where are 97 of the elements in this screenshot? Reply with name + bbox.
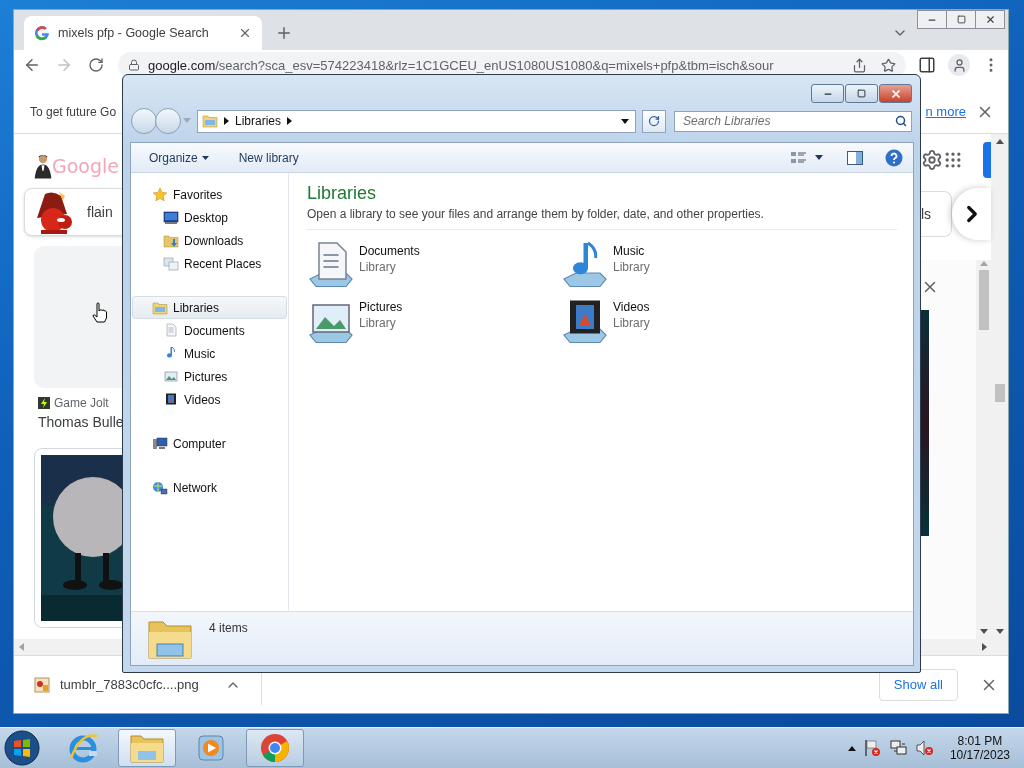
download-folder-icon [163, 232, 179, 249]
info-bar-text: To get future Go [30, 104, 117, 119]
show-all-button[interactable]: Show all [878, 668, 958, 701]
close-icon [889, 87, 902, 100]
new-tab-icon[interactable] [275, 24, 293, 42]
close-button[interactable] [975, 10, 1005, 29]
caret-icon[interactable] [815, 155, 823, 160]
reload-icon[interactable] [88, 57, 104, 73]
help-icon[interactable] [885, 148, 903, 167]
document-icon [163, 322, 179, 339]
page-heading: Libraries [307, 183, 378, 204]
site-icon [38, 397, 50, 409]
view-options-icon[interactable] [791, 150, 807, 165]
horizontal-scrollbar[interactable] [921, 639, 1008, 655]
nav-item[interactable]: Network [132, 476, 287, 499]
caret-icon[interactable] [621, 118, 629, 124]
horizontal-scrollbar[interactable] [14, 639, 122, 655]
next-button[interactable] [952, 188, 991, 240]
library-item[interactable]: Music Library [561, 240, 815, 296]
computer-icon [152, 435, 168, 452]
refresh-button[interactable] [642, 109, 666, 133]
item-count: 4 items [209, 620, 248, 635]
nav-item[interactable]: Computer [132, 432, 287, 455]
library-item[interactable]: Documents Library [307, 240, 561, 296]
back-icon[interactable] [23, 56, 41, 74]
settings-icon[interactable] [921, 149, 943, 171]
profile-icon[interactable] [951, 57, 967, 73]
flag-icon[interactable] [863, 739, 882, 757]
search-icon [895, 114, 907, 127]
caret-icon [201, 155, 209, 160]
clock[interactable]: 8:01 PM 10/17/2023 [949, 734, 1010, 762]
scroll-up-icon[interactable] [995, 138, 1004, 144]
nav-item[interactable]: Desktop [132, 206, 287, 229]
page-description: Open a library to see your files and arrange them by folder, date, and other properties. [307, 207, 897, 230]
maximize-icon [956, 15, 966, 24]
nav-item[interactable]: Libraries [132, 296, 287, 319]
source-name: Game Jolt [54, 396, 109, 410]
scroll-right-icon[interactable] [982, 643, 988, 651]
library-folder-icon [152, 299, 168, 316]
taskbar-button[interactable] [118, 729, 176, 767]
refresh-icon [648, 115, 660, 127]
music-library-icon [561, 240, 609, 288]
maximize-icon [857, 89, 866, 98]
image-file-icon [34, 676, 50, 693]
nav-item[interactable]: Documents [132, 319, 287, 342]
minimize-button[interactable] [811, 84, 844, 103]
network-icon[interactable] [889, 739, 908, 757]
close-icon[interactable] [238, 26, 252, 40]
close-button[interactable] [879, 84, 912, 103]
network-icon [152, 479, 168, 496]
star-icon [152, 186, 168, 203]
nav-item[interactable]: Recent Places [132, 252, 287, 275]
start-button[interactable] [4, 730, 40, 766]
scrollbar-thumb[interactable] [978, 270, 989, 330]
media-player-icon [197, 734, 225, 762]
muted-speaker-icon[interactable] [915, 739, 934, 757]
download-file-name[interactable]: tumblr_7883c0cfc....png [60, 677, 199, 692]
breadcrumb-arrow-icon[interactable] [287, 117, 293, 125]
library-item[interactable]: Pictures Library [307, 296, 561, 352]
maximize-button[interactable] [946, 10, 976, 29]
film-icon [163, 391, 179, 408]
folder-icon [130, 733, 164, 763]
preview-pane-icon[interactable] [847, 150, 863, 165]
menu-button[interactable]: Organize [141, 147, 217, 168]
minimize-button[interactable] [917, 10, 947, 29]
browser-e-icon [67, 732, 99, 764]
lock-icon [128, 59, 140, 71]
nav-item[interactable]: Favorites [132, 183, 287, 206]
recent-places-icon [163, 255, 179, 272]
show-hidden-icons[interactable] [847, 745, 856, 751]
filter-chip[interactable]: flain [24, 188, 122, 236]
star-icon[interactable] [881, 57, 896, 73]
library-item[interactable]: Videos Library [561, 296, 815, 352]
toolbar-button[interactable]: New library [230, 147, 307, 168]
documents-library-icon [307, 240, 355, 288]
hand-cursor-icon [92, 302, 108, 324]
search-field[interactable]: Search Libraries [674, 110, 912, 132]
nav-item[interactable]: Music [132, 342, 287, 365]
favicon-icon [34, 25, 50, 41]
breadcrumb-arrow-icon[interactable] [224, 117, 229, 125]
apps-icon[interactable] [943, 150, 963, 170]
monitor-icon [163, 209, 179, 226]
browser-tab[interactable]: mixels pfp - Google Search [24, 16, 262, 50]
nav-item[interactable]: Videos [132, 388, 287, 411]
maximize-button[interactable] [845, 84, 878, 103]
share-icon[interactable] [852, 57, 867, 73]
side-panel-icon[interactable] [918, 56, 936, 74]
library-folder-icon [202, 113, 218, 129]
scrollbar-thumb[interactable] [994, 384, 1005, 402]
nav-item[interactable]: Pictures [132, 365, 287, 388]
chrome-icon [260, 733, 290, 763]
address-bar[interactable]: Libraries [197, 109, 636, 133]
learn-more-link[interactable]: n more [925, 104, 966, 119]
picture-icon [163, 368, 179, 385]
close-icon [984, 14, 996, 25]
nav-item[interactable]: Downloads [132, 229, 287, 252]
taskbar-button[interactable] [246, 729, 304, 767]
